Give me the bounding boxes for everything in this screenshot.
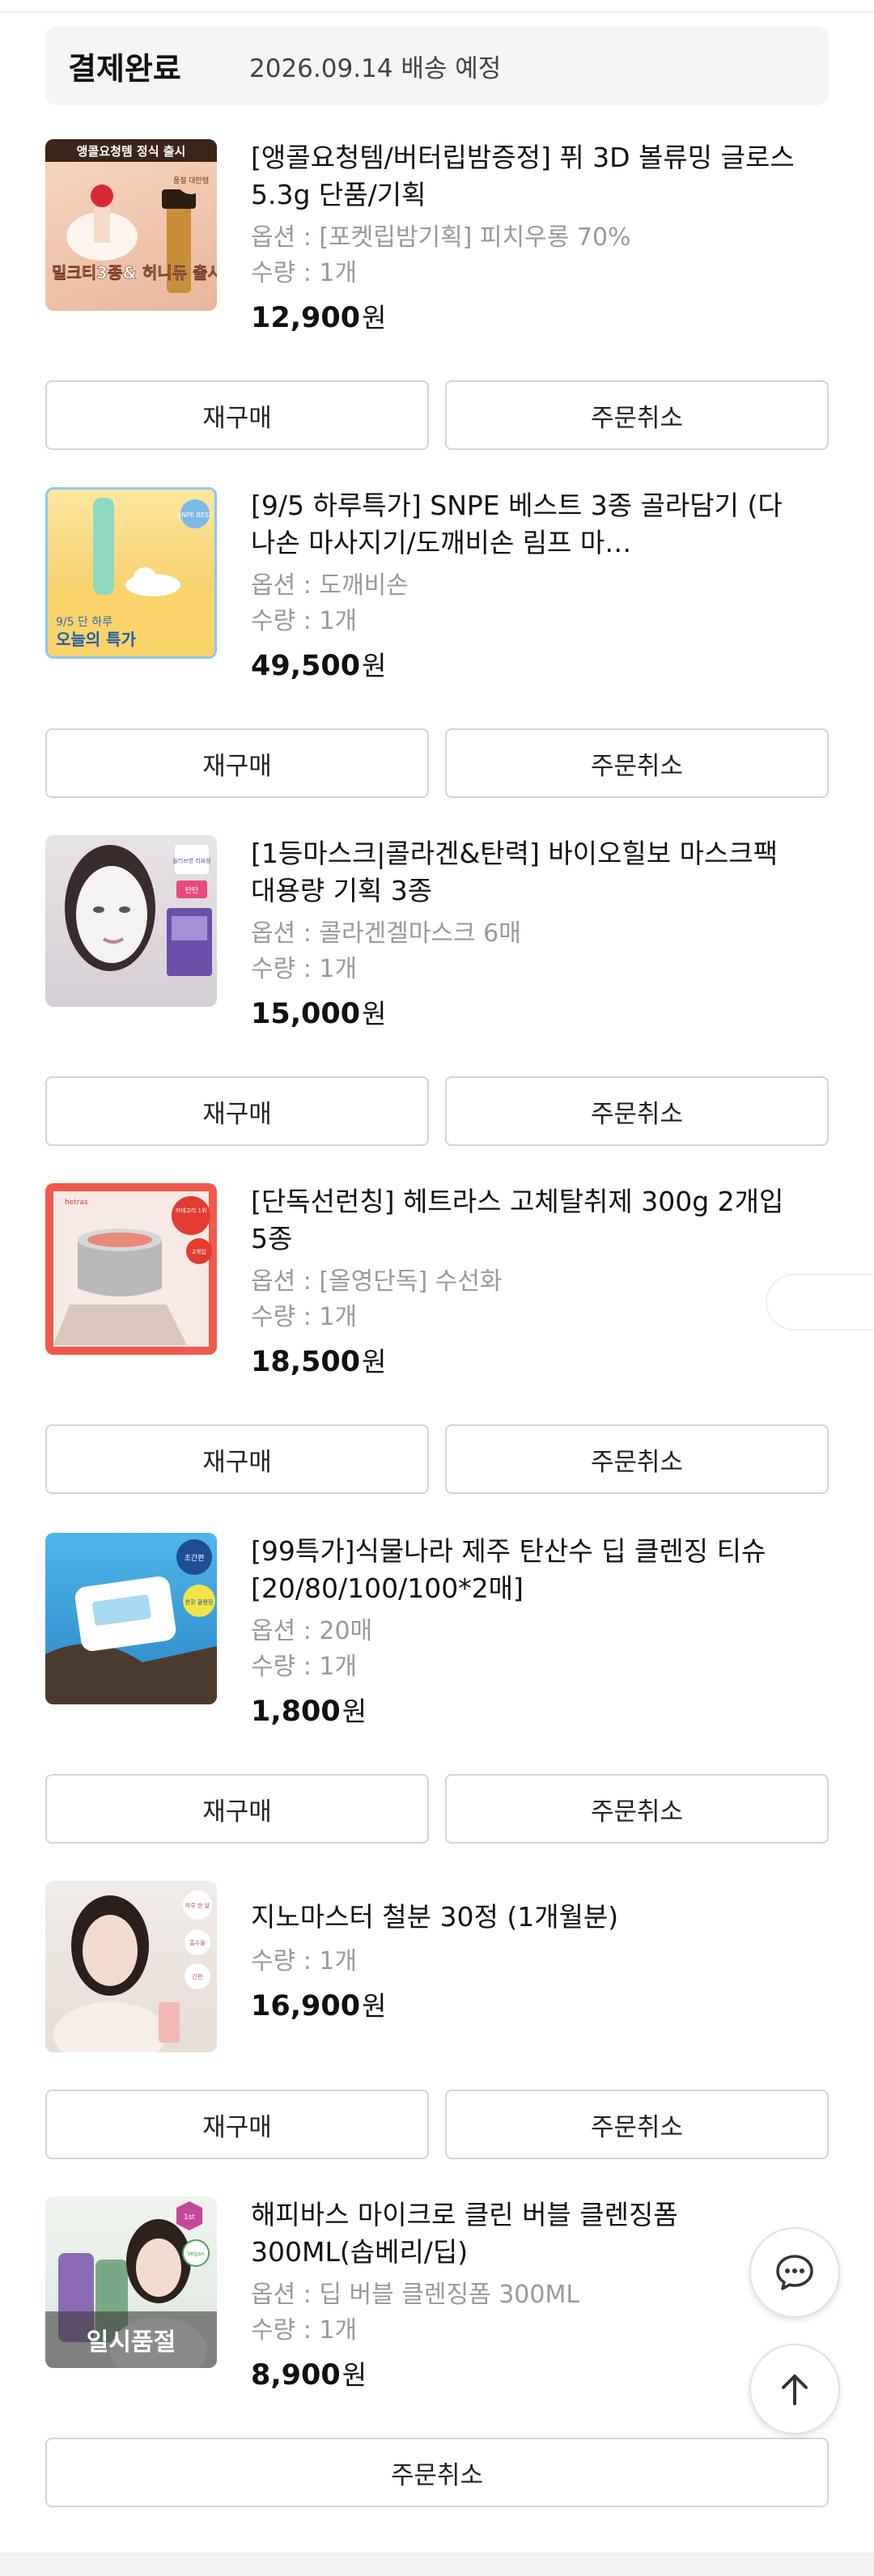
product-name[interactable]: [1등마스크|콜라겐&탄력] 바이오힐보 마스크팩 대용량 기획 3종: [251, 835, 801, 910]
rebuy-button[interactable]: 재구매: [45, 380, 429, 450]
rebuy-button[interactable]: 재구매: [45, 1774, 429, 1844]
product-price: 15,000원: [251, 998, 387, 1030]
product-quantity: 수량 : 1개: [251, 1947, 358, 1975]
order-actions: 재구매 주문취소: [45, 1774, 829, 1845]
cancel-order-button[interactable]: 주문취소: [445, 1424, 829, 1494]
product-name[interactable]: 해피바스 마이크로 클린 버블 클렌징폼 300ML(솝베리/딥): [251, 2196, 801, 2271]
cancel-order-button[interactable]: 주문취소: [445, 1076, 829, 1146]
bottom-divider: [0, 2553, 874, 2576]
product-image: 올리브영 리뷰왕 탄탄: [65, 845, 212, 976]
order-actions: 재구매 주문취소: [45, 1076, 829, 1148]
product-name[interactable]: [앵콜요청템/버터립밤증정] 퓌 3D 볼류밍 글로스 5.3g 단품/기획: [251, 139, 801, 214]
product-option: 옵션 : 도깨비손: [251, 571, 409, 600]
order-actions: 주문취소: [45, 2438, 829, 2509]
cancel-order-button[interactable]: 주문취소: [45, 2438, 829, 2507]
thumb-badge-text: 한장 클렌징: [185, 1598, 213, 1606]
thumb-badge-text: 1st: [184, 2213, 195, 2222]
product-price: 49,500원: [251, 650, 387, 682]
product-name[interactable]: [99특가]식물나라 제주 탄산수 딥 클렌징 티슈 [20/80/100/10…: [251, 1533, 801, 1607]
product-thumbnail[interactable]: 올리브영 리뷰왕 탄탄: [45, 835, 217, 1007]
product-image: 하루 한 알 흡수율 간편: [53, 1891, 212, 2052]
product-thumbnail[interactable]: 1st Vegan 일시품절: [45, 2196, 217, 2368]
product-thumbnail[interactable]: SNPE BEST 9/5 단 하루 오늘의 특가: [45, 487, 217, 659]
product-thumbnail[interactable]: hetras 카테고리 1위 2개입: [45, 1183, 217, 1355]
product-name[interactable]: 지노마스터 철분 30정 (1개월분): [251, 1899, 801, 1936]
order-actions: 재구매 주문취소: [45, 1424, 829, 1496]
product-quantity: 수량 : 1개: [251, 607, 358, 635]
product-image: 초간편 한장 클렌징: [45, 1539, 217, 1704]
thumb-badge-text: SNPE BEST: [177, 511, 213, 519]
product-image: 앵콜요청템 정식 출시 품절 대란템 밀크티3종& 허니듀 출시!: [45, 139, 217, 293]
product-price: 12,900원: [251, 302, 387, 334]
top-divider: [0, 0, 874, 13]
product-option: 옵션 : 딥 버블 클렌징폼 300ML: [251, 2281, 580, 2309]
arrow-up-icon: [782, 2374, 808, 2405]
thumb-caption: 오늘의 특가: [56, 630, 137, 649]
product-image: SNPE BEST 9/5 단 하루 오늘의 특가: [48, 498, 214, 656]
rebuy-button[interactable]: 재구매: [45, 2090, 429, 2159]
delivery-date: 2026.09.14 배송 예정: [249, 53, 502, 83]
product-quantity: 수량 : 1개: [251, 1653, 358, 1681]
product-image: hetras 카테고리 1위 2개입: [53, 1191, 212, 1347]
thumb-badge-text: 초간편: [185, 1553, 205, 1563]
thumb-badge-text: 카테고리 1위: [176, 1207, 207, 1214]
chat-button[interactable]: [749, 2227, 840, 2318]
status-label: 결제완료: [68, 50, 181, 87]
product-quantity: 수량 : 1개: [251, 1303, 358, 1331]
thumb-brand: hetras: [65, 1199, 88, 1207]
thumb-badge-text: 하루 한 알: [185, 1902, 210, 1909]
product-option: 옵션 : 콜라겐겔마스크 6매: [251, 919, 521, 948]
thumb-badge-text: 올리브영 리뷰왕: [172, 857, 211, 864]
product-name[interactable]: [9/5 하루특가] SNPE 베스트 3종 골라담기 (다나손 마사지기/도깨…: [251, 487, 801, 562]
order-actions: 재구매 주문취소: [45, 728, 829, 800]
thumb-banner-text: 앵콜요청템 정식 출시: [77, 144, 186, 159]
rebuy-button[interactable]: 재구매: [45, 728, 429, 798]
cancel-order-button[interactable]: 주문취소: [445, 2090, 829, 2159]
order-actions: 재구매 주문취소: [45, 2090, 829, 2161]
product-option: 옵션 : [포켓립밤기획] 피치우롱 70%: [251, 223, 631, 252]
product-quantity: 수량 : 1개: [251, 955, 358, 983]
product-price: 16,900원: [251, 1990, 387, 2022]
chat-bubble-icon: [776, 2255, 813, 2290]
product-quantity: 수량 : 1개: [251, 2316, 358, 2345]
product-quantity: 수량 : 1개: [251, 259, 358, 287]
product-name[interactable]: [단독선런칭] 헤트라스 고체탈취제 300g 2개입 5종: [251, 1183, 801, 1258]
thumb-badge-text: 탄탄: [185, 886, 199, 895]
product-thumbnail[interactable]: 앵콜요청템 정식 출시 품절 대란템 밀크티3종& 허니듀 출시!: [45, 139, 217, 311]
product-thumbnail[interactable]: 하루 한 알 흡수율 간편: [45, 1881, 217, 2052]
thumb-badge-text: 품절 대란템: [173, 176, 209, 185]
thumb-caption: 밀크티3종& 허니듀 출시!: [52, 263, 217, 282]
thumb-badge-text: Vegan: [187, 2251, 205, 2257]
order-actions: 재구매 주문취소: [45, 380, 829, 452]
cancel-order-button[interactable]: 주문취소: [445, 380, 829, 450]
product-option: 옵션 : [올영단독] 수선화: [251, 1267, 503, 1296]
scroll-top-button[interactable]: [749, 2344, 840, 2434]
product-thumbnail[interactable]: 초간편 한장 클렌징: [45, 1533, 217, 1704]
thumb-caption: 9/5 단 하루: [56, 616, 112, 629]
rebuy-button[interactable]: 재구매: [45, 1076, 429, 1146]
rebuy-button[interactable]: 재구매: [45, 1424, 429, 1494]
order-status-bar: 결제완료 2026.09.14 배송 예정: [45, 26, 829, 105]
product-option: 옵션 : 20매: [251, 1617, 373, 1645]
sold-out-overlay: 일시품절: [45, 2311, 217, 2368]
thumb-badge-text: 흡수율: [189, 1939, 206, 1946]
product-price: 1,800원: [251, 1695, 367, 1728]
cancel-order-button[interactable]: 주문취소: [445, 728, 829, 798]
side-drawer-tab[interactable]: [766, 1274, 874, 1330]
cancel-order-button[interactable]: 주문취소: [445, 1774, 829, 1844]
product-price: 8,900원: [251, 2359, 367, 2391]
thumb-badge-text: 2개입: [192, 1248, 206, 1255]
thumb-badge-text: 간편: [193, 1973, 203, 1980]
product-price: 18,500원: [251, 1346, 387, 1378]
